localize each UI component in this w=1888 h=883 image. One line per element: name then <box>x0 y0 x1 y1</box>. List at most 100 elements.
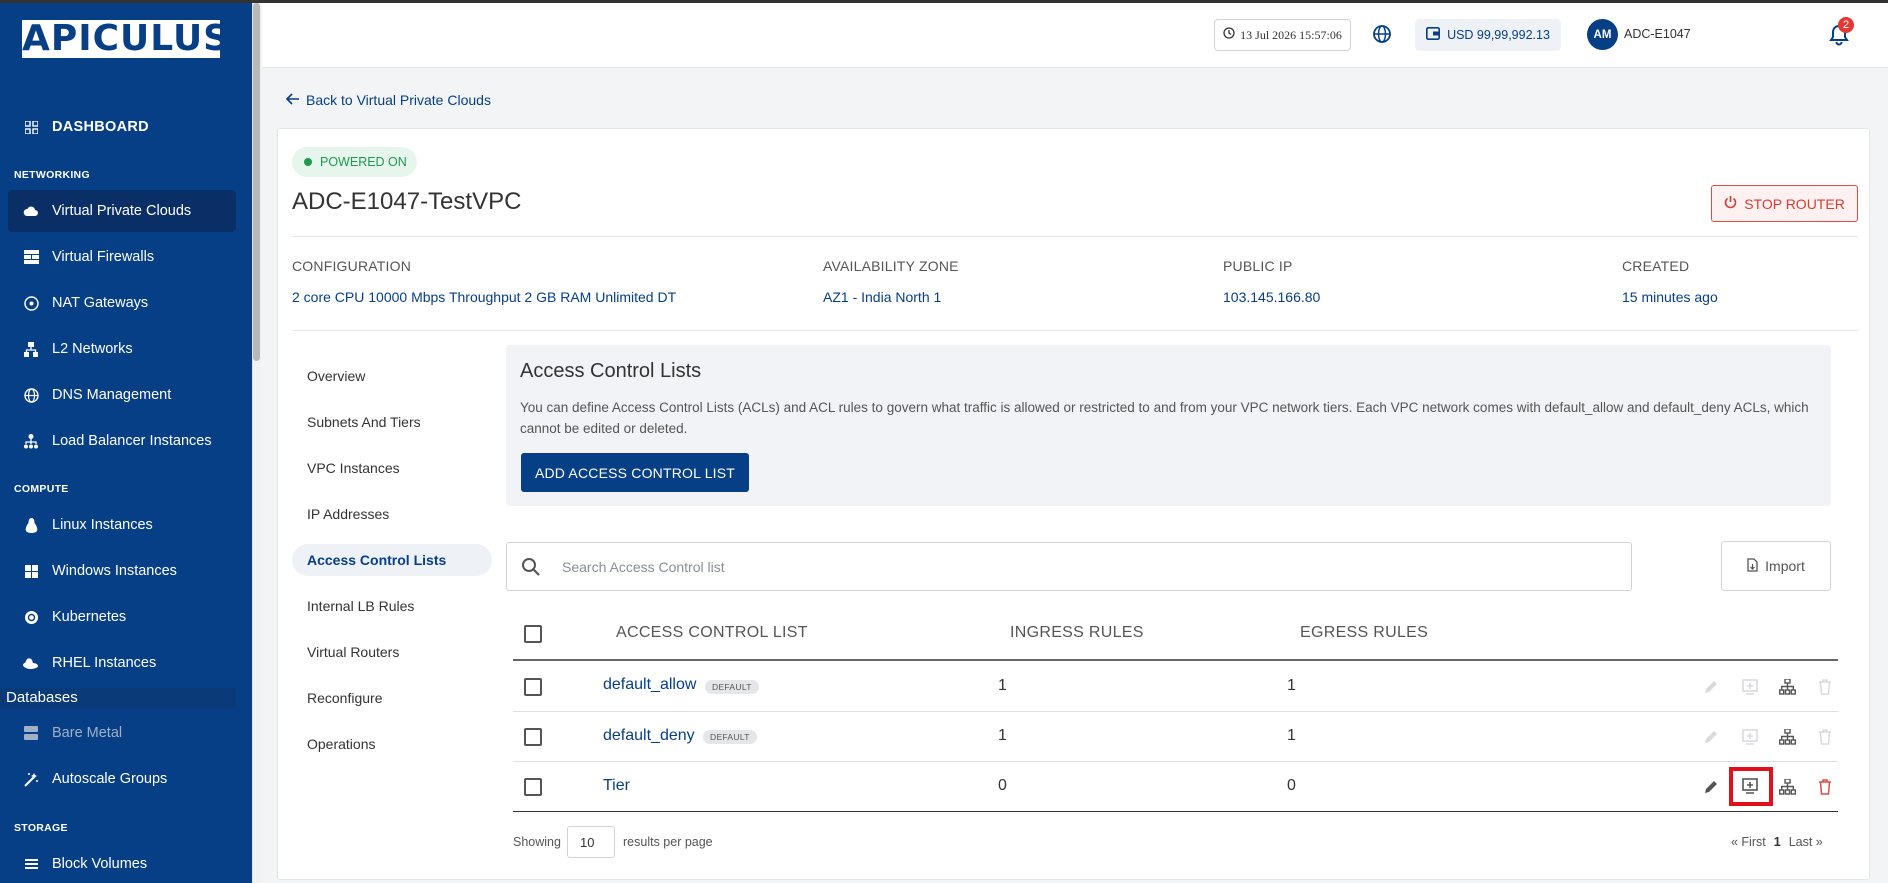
sidebar-item-label: Linux Instances <box>52 517 153 533</box>
row-checkbox[interactable] <box>524 778 542 796</box>
network-tree-icon[interactable] <box>1777 777 1797 797</box>
select-all-checkbox[interactable] <box>524 625 542 643</box>
trash-icon[interactable] <box>1815 727 1835 747</box>
export-icon[interactable] <box>1740 727 1760 747</box>
sidebar-item-label: L2 Networks <box>52 341 133 357</box>
configuration-value: 2 core CPU 10000 Mbps Throughput 2 GB RA… <box>292 289 677 305</box>
section-storage: STORAGE <box>14 822 68 834</box>
stop-router-label: STOP ROUTER <box>1744 195 1845 212</box>
tab-overview[interactable]: Overview <box>292 360 492 392</box>
sidebar-item-windows-instances[interactable]: Windows Instances <box>8 550 236 592</box>
sidebar-item-label: NAT Gateways <box>52 295 149 311</box>
ingress-count: 1 <box>998 677 1007 694</box>
cloud-icon <box>20 202 42 220</box>
trash-icon[interactable] <box>1815 677 1835 697</box>
tab-ip-addresses[interactable]: IP Addresses <box>292 498 492 530</box>
sidebar-item-label: Block Volumes <box>52 856 148 872</box>
sidebar-item-block-volumes[interactable]: Block Volumes <box>8 843 236 883</box>
sidebar-item-autoscale-groups[interactable]: Autoscale Groups <box>8 758 236 800</box>
tab-subnets-and-tiers[interactable]: Subnets And Tiers <box>292 406 492 438</box>
column-header-egress[interactable]: EGRESS RULES <box>1300 624 1428 642</box>
apiculus-logo[interactable]: APICULUS <box>22 20 229 58</box>
current-page[interactable]: 1 <box>1774 835 1781 849</box>
egress-count: 0 <box>1287 777 1296 794</box>
sidebar-item-label: Load Balancer Instances <box>52 433 212 449</box>
export-icon[interactable] <box>1740 677 1760 697</box>
tab-vpc-instances[interactable]: VPC Instances <box>292 452 492 484</box>
import-button[interactable]: Import <box>1721 541 1831 591</box>
row-checkbox[interactable] <box>524 728 542 746</box>
stop-router-button[interactable]: STOP ROUTER <box>1711 185 1858 222</box>
sidebar-item-bare-metal[interactable]: Bare Metal <box>8 712 236 754</box>
wallet-balance[interactable]: USD 99,99,992.13 <box>1415 19 1561 51</box>
search-input[interactable] <box>562 555 1612 579</box>
ingress-count: 1 <box>998 727 1007 744</box>
edit-icon[interactable] <box>1701 677 1721 697</box>
showing-label: Showing <box>513 835 561 849</box>
sidebar-scrollbar-thumb[interactable] <box>253 3 260 361</box>
dashboard-icon <box>20 118 42 136</box>
network-tree-icon[interactable] <box>1777 677 1797 697</box>
per-page-select[interactable]: 10 <box>567 826 615 858</box>
section-databases[interactable]: Databases <box>0 688 236 708</box>
per-page-label: results per page <box>623 835 713 849</box>
tab-virtual-routers[interactable]: Virtual Routers <box>292 636 492 668</box>
sidebar-item-linux-instances[interactable]: Linux Instances <box>8 504 236 546</box>
egress-count: 1 <box>1287 727 1296 744</box>
sidebar-item-load-balancer-instances[interactable]: Load Balancer Instances <box>8 420 236 462</box>
wallet-icon <box>1426 27 1441 43</box>
pagination: « First 1 Last » <box>1731 835 1823 849</box>
row-divider <box>513 711 1838 712</box>
sidebar-item-nat-gateways[interactable]: NAT Gateways <box>8 282 236 324</box>
tab-operations[interactable]: Operations <box>292 728 492 760</box>
sidebar-item-kubernetes[interactable]: Kubernetes <box>8 596 236 638</box>
row-divider <box>513 811 1838 812</box>
edit-icon[interactable] <box>1701 727 1721 747</box>
column-header-ingress[interactable]: INGRESS RULES <box>1010 624 1144 642</box>
row-divider <box>513 761 1838 762</box>
notification-badge: 2 <box>1838 17 1854 33</box>
sidebar-item-dns-management[interactable]: DNS Management <box>8 374 236 416</box>
sidebar-item-dashboard[interactable]: DASHBOARD <box>8 106 236 148</box>
egress-count: 1 <box>1287 677 1296 694</box>
window-top-border <box>0 0 1888 3</box>
acl-name-link[interactable]: Tier <box>603 777 630 795</box>
trash-icon[interactable] <box>1815 777 1835 797</box>
sidebar-item-label: DASHBOARD <box>52 119 149 135</box>
linux-icon <box>20 516 42 534</box>
availability-zone-value: AZ1 - India North 1 <box>823 289 942 305</box>
sidebar-item-virtual-private-clouds[interactable]: Virtual Private Clouds <box>8 190 236 232</box>
sidebar: APICULUS DASHBOARD NETWORKING Virtual Pr… <box>0 0 252 883</box>
sidebar-item-virtual-firewalls[interactable]: Virtual Firewalls <box>8 236 236 278</box>
tab-internal-lb-rules[interactable]: Internal LB Rules <box>292 590 492 622</box>
row-checkbox[interactable] <box>524 678 542 696</box>
sidebar-item-label: Autoscale Groups <box>52 771 168 787</box>
file-import-icon <box>1747 557 1758 575</box>
arrow-left-icon <box>285 92 300 108</box>
tab-access-control-lists[interactable]: Access Control Lists <box>292 544 492 576</box>
last-page-link[interactable]: Last » <box>1789 835 1823 849</box>
autoscale-icon <box>20 770 42 788</box>
acl-name-link[interactable]: default_allow <box>603 676 696 694</box>
divider <box>292 330 1858 331</box>
back-link[interactable]: Back to Virtual Private Clouds <box>285 92 491 108</box>
username[interactable]: ADC-E1047 <box>1624 27 1691 41</box>
acl-name-link[interactable]: default_deny <box>603 727 695 745</box>
sidebar-item-rhel-instances[interactable]: RHEL Instances <box>8 642 236 684</box>
network-tree-icon[interactable] <box>1777 727 1797 747</box>
rhel-icon <box>20 654 42 672</box>
sidebar-item-l2-networks[interactable]: L2 Networks <box>8 328 236 370</box>
edit-icon[interactable] <box>1701 777 1721 797</box>
add-access-control-list-button[interactable]: ADD ACCESS CONTROL LIST <box>521 453 749 492</box>
support-globe-icon[interactable] <box>1372 24 1392 44</box>
column-header-name[interactable]: ACCESS CONTROL LIST <box>616 624 808 642</box>
bare-metal-icon <box>20 724 42 742</box>
back-link-label: Back to Virtual Private Clouds <box>306 92 491 108</box>
tab-reconfigure[interactable]: Reconfigure <box>292 682 492 714</box>
datetime-text: 13 Jul 2026 15:57:06 <box>1240 27 1342 42</box>
search-icon <box>521 557 541 577</box>
avatar[interactable]: AM <box>1587 19 1618 50</box>
first-page-link[interactable]: « First <box>1731 835 1766 849</box>
status-text: POWERED ON <box>320 155 407 169</box>
sidebar-item-label: Virtual Private Clouds <box>52 203 192 219</box>
